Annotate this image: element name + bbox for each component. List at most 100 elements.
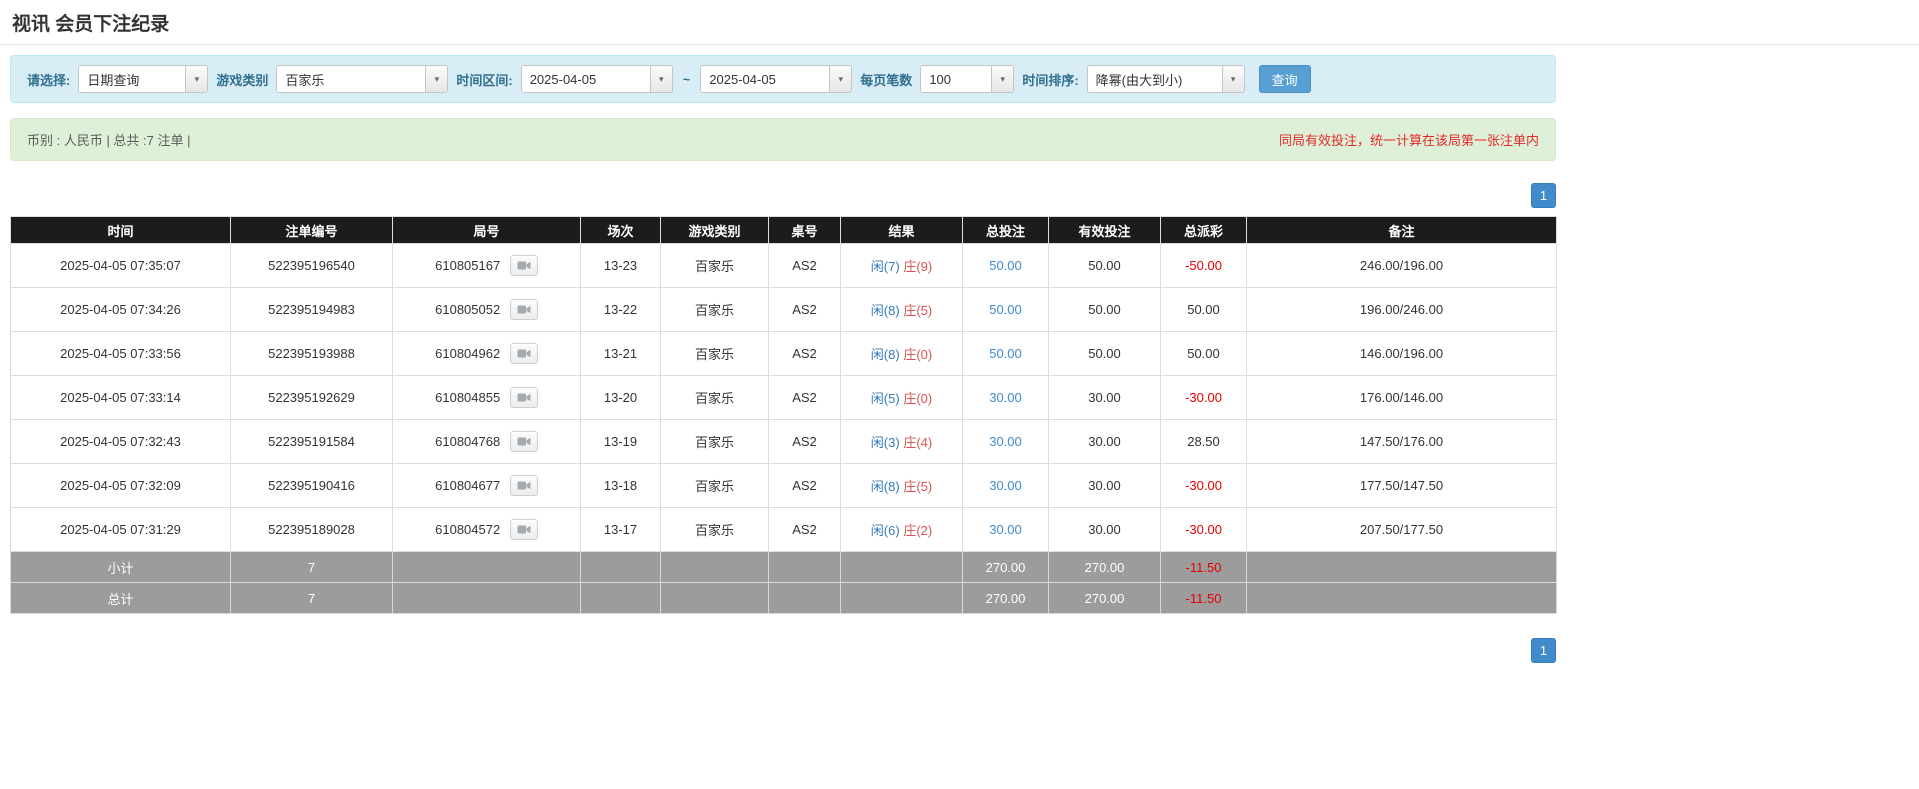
sort-order-input[interactable] [1087, 66, 1222, 92]
game-type-label: 游戏类别 [216, 72, 269, 88]
pagination-page-button[interactable]: 1 [1531, 638, 1556, 663]
grand-total-valid-bet: 270.00 [1048, 582, 1161, 614]
cell-time: 2025-04-05 07:33:14 [10, 375, 231, 420]
round-number: 610804768 [435, 434, 501, 449]
date-range-tilde: ~ [682, 71, 691, 87]
cell-bet-id: 522395190416 [230, 463, 393, 508]
game-type-input[interactable] [277, 66, 426, 92]
cell-remark: 207.50/177.50 [1246, 507, 1557, 552]
date-from-input[interactable] [521, 66, 650, 92]
total-bet-link[interactable]: 30.00 [989, 522, 1022, 537]
cell-session: 13-23 [580, 243, 661, 288]
cell-time: 2025-04-05 07:31:29 [10, 507, 231, 552]
total-bet-link[interactable]: 30.00 [989, 478, 1022, 493]
subtotal-total-bet: 270.00 [962, 551, 1049, 583]
video-replay-button[interactable] [509, 343, 538, 364]
table-row: 2025-04-05 07:32:43 522395191584 6108047… [10, 419, 1557, 464]
cell-table-no: AS2 [768, 287, 841, 332]
round-number: 610804855 [435, 390, 501, 405]
round-number: 610804677 [435, 478, 501, 493]
cell-round-id: 610804768 [392, 419, 581, 464]
col-header-bet-id: 注单编号 [230, 216, 393, 244]
cell-valid-bet: 30.00 [1048, 463, 1161, 508]
cell-total-bet: 30.00 [962, 507, 1049, 552]
date-from-picker[interactable]: ▾ [520, 65, 673, 93]
col-header-payout: 总派彩 [1160, 216, 1247, 244]
total-bet-link[interactable]: 50.00 [989, 302, 1022, 317]
cell-bet-id: 522395191584 [230, 419, 393, 464]
result-banker: 庄(0) [903, 391, 933, 406]
chevron-down-icon[interactable]: ▾ [991, 66, 1014, 92]
cell-remark: 246.00/196.00 [1246, 243, 1557, 288]
video-replay-icon [517, 437, 531, 446]
filter-bar: 请选择: ▾ 游戏类别 ▾ 时间区间: ▾ ~ ▾ 每页笔数 ▾ 时间排序: ▾ [10, 55, 1556, 103]
col-header-result: 结果 [840, 216, 963, 244]
chevron-down-icon[interactable]: ▾ [1221, 66, 1244, 92]
cell-result: 闲(8) 庄(5) [840, 287, 963, 332]
cell-table-no: AS2 [768, 507, 841, 552]
video-replay-button[interactable] [509, 475, 538, 496]
total-bet-link[interactable]: 30.00 [989, 434, 1022, 449]
cell-payout: -30.00 [1160, 507, 1247, 552]
sort-order-combobox[interactable]: ▾ [1086, 65, 1245, 93]
video-replay-icon [517, 525, 531, 534]
pagination-bottom: 1 [10, 638, 1556, 663]
video-replay-icon [517, 349, 531, 358]
select-type-combobox[interactable]: ▾ [78, 65, 209, 93]
chevron-down-icon[interactable]: ▾ [829, 66, 852, 92]
game-type-combobox[interactable]: ▾ [276, 65, 449, 93]
result-banker: 庄(5) [903, 479, 933, 494]
cell-remark: 177.50/147.50 [1246, 463, 1557, 508]
cell-remark: 196.00/246.00 [1246, 287, 1557, 332]
cell-total-bet: 30.00 [962, 375, 1049, 420]
valid-bet-notice-text: 同局有效投注，统一计算在该局第一张注单内 [1278, 133, 1539, 148]
page-size-label: 每页笔数 [860, 72, 913, 88]
cell-round-id: 610804677 [392, 463, 581, 508]
pagination-page-button[interactable]: 1 [1531, 183, 1556, 208]
video-replay-button[interactable] [509, 387, 538, 408]
col-header-valid-bet: 有效投注 [1048, 216, 1161, 244]
page-size-combobox[interactable]: ▾ [920, 65, 1015, 93]
cell-bet-id: 522395194983 [230, 287, 393, 332]
video-replay-button[interactable] [509, 519, 538, 540]
cell-session: 13-17 [580, 507, 661, 552]
cell-payout: -30.00 [1160, 375, 1247, 420]
table-row: 2025-04-05 07:32:09 522395190416 6108046… [10, 463, 1557, 508]
cell-valid-bet: 50.00 [1048, 287, 1161, 332]
cell-payout: 50.00 [1160, 287, 1247, 332]
table-row: 2025-04-05 07:33:14 522395192629 6108048… [10, 375, 1557, 420]
chevron-down-icon[interactable]: ▾ [649, 66, 672, 92]
cell-table-no: AS2 [768, 463, 841, 508]
cell-time: 2025-04-05 07:33:56 [10, 331, 231, 376]
result-banker: 庄(0) [903, 347, 933, 362]
cell-total-bet: 50.00 [962, 331, 1049, 376]
grand-total-row: 总计 7 270.00 270.00 -11.50 [10, 582, 1557, 614]
page-size-input[interactable] [921, 66, 992, 92]
cell-total-bet: 50.00 [962, 243, 1049, 288]
cell-game-type: 百家乐 [660, 287, 769, 332]
chevron-down-icon[interactable]: ▾ [425, 66, 448, 92]
cell-round-id: 610804962 [392, 331, 581, 376]
cell-round-id: 610804572 [392, 507, 581, 552]
total-bet-link[interactable]: 50.00 [989, 346, 1022, 361]
result-banker: 庄(4) [903, 435, 933, 450]
video-replay-button[interactable] [509, 431, 538, 452]
round-number: 610805167 [435, 258, 501, 273]
table-body: 2025-04-05 07:35:07 522395196540 6108051… [10, 243, 1557, 552]
select-type-input[interactable] [79, 66, 186, 92]
video-replay-button[interactable] [509, 299, 538, 320]
video-replay-button[interactable] [509, 255, 538, 276]
result-player: 闲(6) [870, 523, 900, 538]
total-bet-link[interactable]: 50.00 [989, 258, 1022, 273]
col-header-game-type: 游戏类别 [660, 216, 769, 244]
cell-table-no: AS2 [768, 331, 841, 376]
chevron-down-icon[interactable]: ▾ [185, 66, 208, 92]
search-button[interactable]: 查询 [1258, 65, 1311, 93]
cell-bet-id: 522395196540 [230, 243, 393, 288]
date-to-input[interactable] [701, 66, 830, 92]
total-bet-link[interactable]: 30.00 [989, 390, 1022, 405]
date-to-picker[interactable]: ▾ [700, 65, 853, 93]
grand-total-label: 总计 [10, 582, 231, 614]
round-number: 610804962 [435, 346, 501, 361]
table-row: 2025-04-05 07:33:56 522395193988 6108049… [10, 331, 1557, 376]
